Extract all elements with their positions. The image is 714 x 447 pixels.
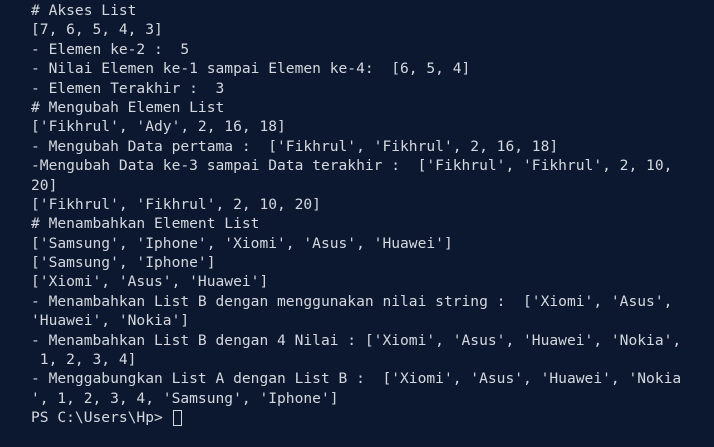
text-cursor[interactable]: [172, 409, 182, 426]
terminal-output[interactable]: ___ __ ______ _ ____ ___ _______ ____ __…: [0, 0, 714, 447]
output-line: ['Xiomi', 'Asus', 'Huawei']: [31, 273, 269, 291]
output-line: ['Fikhrul', 'Ady', 2, 16, 18]: [31, 118, 286, 136]
output-line: - Mengubah Data pertama : ['Fikhrul', 'F…: [31, 137, 559, 155]
prompt-text: PS C:\Users\Hp>: [31, 409, 172, 427]
output-line: ['Samsung', 'Iphone']: [31, 254, 216, 272]
clipped-previous-line: ___ __ ______ _ ____ ___ _______ ____ __…: [0, 0, 714, 3]
output-line: ', 1, 2, 3, 4, 'Samsung', 'Iphone']: [31, 389, 339, 407]
output-line: - Menambahkan List B dengan 4 Nilai : ['…: [31, 331, 682, 349]
output-line: -Mengubah Data ke-3 sampai Data terakhir…: [31, 157, 673, 175]
output-line: - Elemen ke-2 : 5: [31, 40, 190, 58]
output-line: 20]: [31, 176, 58, 194]
command-prompt[interactable]: PS C:\Users\Hp>: [31, 408, 714, 427]
output-line: 1, 2, 3, 4]: [31, 351, 137, 369]
output-line: - Menambahkan List B dengan menggunakan …: [31, 292, 673, 310]
output-line: # Mengubah Elemen List: [31, 98, 225, 116]
output-line: - Nilai Elemen ke-1 sampai Elemen ke-4: …: [31, 60, 471, 78]
output-line: ['Samsung', 'Iphone', 'Xiomi', 'Asus', '…: [31, 234, 453, 252]
output-line: # Akses List: [31, 2, 137, 19]
output-line: # Menambahkan Element List: [31, 215, 260, 233]
output-line: 'Huawei', 'Nokia']: [31, 312, 190, 330]
output-line: ['Fikhrul', 'Fikhrul', 2, 10, 20]: [31, 195, 321, 213]
output-line: - Menggabungkan List A dengan List B : […: [31, 370, 682, 388]
output-line: [7, 6, 5, 4, 3]: [31, 21, 163, 39]
output-line: - Elemen Terakhir : 3: [31, 79, 225, 97]
